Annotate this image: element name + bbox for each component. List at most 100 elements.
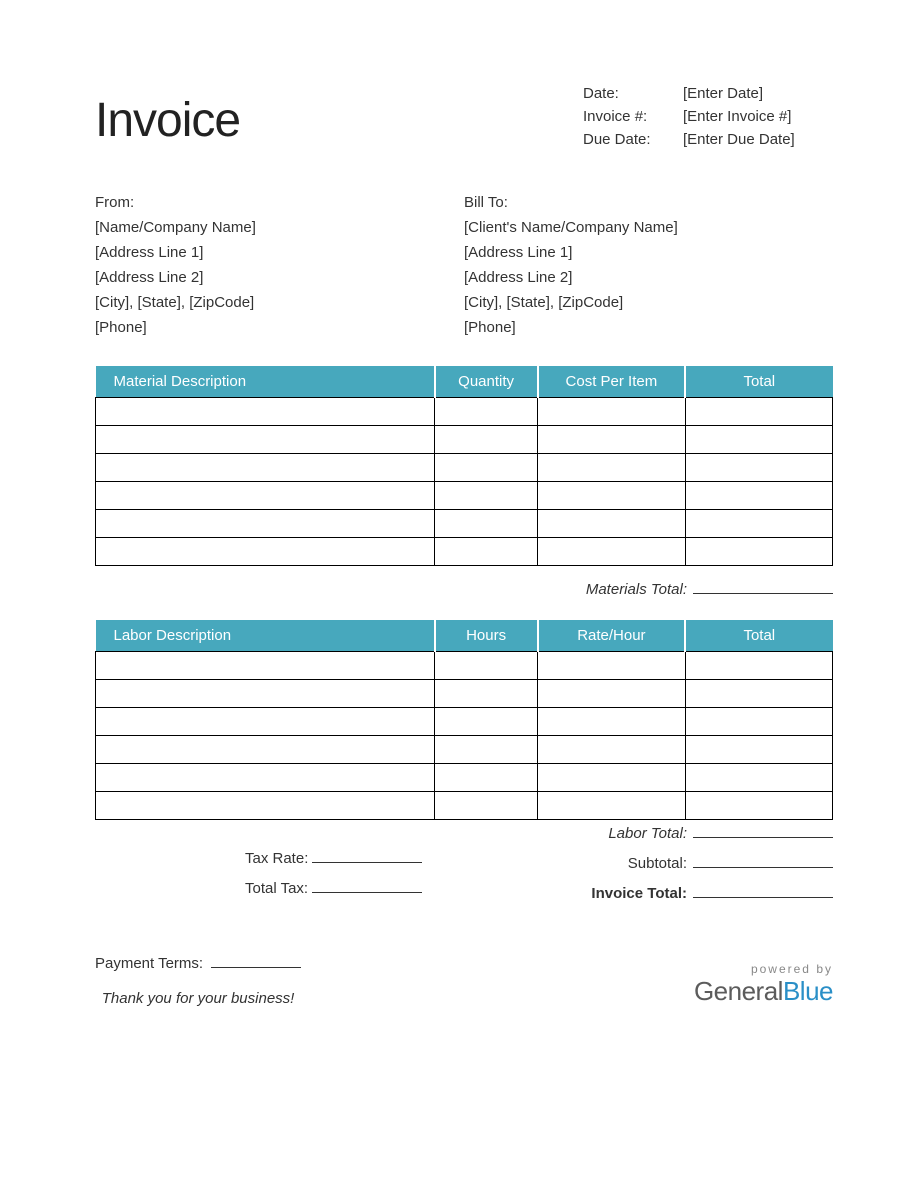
materials-cell-desc[interactable] bbox=[96, 482, 435, 510]
table-row bbox=[96, 482, 833, 510]
materials-cell-total[interactable] bbox=[685, 426, 832, 454]
materials-cell-desc[interactable] bbox=[96, 538, 435, 566]
table-row bbox=[96, 736, 833, 764]
labor-cell-qty[interactable] bbox=[435, 680, 538, 708]
table-row bbox=[96, 792, 833, 820]
tax-rate-value[interactable] bbox=[312, 845, 422, 863]
materials-cell-cost[interactable] bbox=[538, 426, 685, 454]
materials-cell-total[interactable] bbox=[685, 398, 832, 426]
labor-cell-cost[interactable] bbox=[538, 652, 685, 680]
from-name[interactable]: [Name/Company Name] bbox=[95, 219, 464, 236]
table-row bbox=[96, 652, 833, 680]
materials-cell-desc[interactable] bbox=[96, 398, 435, 426]
materials-header-total: Total bbox=[685, 366, 832, 398]
materials-header-qty: Quantity bbox=[435, 366, 538, 398]
from-addr2[interactable]: [Address Line 2] bbox=[95, 269, 464, 286]
materials-cell-desc[interactable] bbox=[96, 454, 435, 482]
labor-cell-total[interactable] bbox=[685, 736, 832, 764]
materials-cell-desc[interactable] bbox=[96, 426, 435, 454]
materials-cell-qty[interactable] bbox=[435, 538, 538, 566]
due-date-value[interactable]: [Enter Due Date] bbox=[683, 131, 833, 148]
labor-header-total: Total bbox=[685, 620, 832, 652]
from-addr1[interactable]: [Address Line 1] bbox=[95, 244, 464, 261]
subtotal-label: Subtotal: bbox=[628, 855, 687, 872]
labor-cell-cost[interactable] bbox=[538, 708, 685, 736]
due-date-label: Due Date: bbox=[583, 131, 683, 148]
labor-total-value[interactable] bbox=[693, 820, 833, 838]
labor-cell-total[interactable] bbox=[685, 680, 832, 708]
labor-cell-total[interactable] bbox=[685, 792, 832, 820]
invoice-number-value[interactable]: [Enter Invoice #] bbox=[683, 108, 833, 125]
materials-cell-cost[interactable] bbox=[538, 538, 685, 566]
invoice-number-label: Invoice #: bbox=[583, 108, 683, 125]
labor-cell-qty[interactable] bbox=[435, 792, 538, 820]
thank-you-text: Thank you for your business! bbox=[95, 990, 301, 1007]
subtotal-value[interactable] bbox=[693, 850, 833, 868]
materials-cell-total[interactable] bbox=[685, 538, 832, 566]
table-row bbox=[96, 708, 833, 736]
labor-cell-total[interactable] bbox=[685, 764, 832, 792]
materials-total-value[interactable] bbox=[693, 576, 833, 594]
invoice-total-label: Invoice Total: bbox=[591, 885, 687, 902]
labor-cell-desc[interactable] bbox=[96, 680, 435, 708]
bill-to-name[interactable]: [Client's Name/Company Name] bbox=[464, 219, 833, 236]
from-city[interactable]: [City], [State], [ZipCode] bbox=[95, 294, 464, 311]
labor-header-desc: Labor Description bbox=[96, 620, 435, 652]
labor-cell-desc[interactable] bbox=[96, 764, 435, 792]
table-row bbox=[96, 510, 833, 538]
labor-cell-total[interactable] bbox=[685, 652, 832, 680]
invoice-total-value[interactable] bbox=[693, 880, 833, 898]
materials-table: Material Description Quantity Cost Per I… bbox=[95, 366, 833, 566]
labor-cell-cost[interactable] bbox=[538, 792, 685, 820]
labor-cell-total[interactable] bbox=[685, 708, 832, 736]
date-value[interactable]: [Enter Date] bbox=[683, 85, 833, 102]
labor-cell-qty[interactable] bbox=[435, 708, 538, 736]
table-row bbox=[96, 680, 833, 708]
labor-cell-desc[interactable] bbox=[96, 736, 435, 764]
labor-header-cost: Rate/Hour bbox=[538, 620, 685, 652]
materials-cell-desc[interactable] bbox=[96, 510, 435, 538]
table-row bbox=[96, 454, 833, 482]
table-row bbox=[96, 538, 833, 566]
bill-to-city[interactable]: [City], [State], [ZipCode] bbox=[464, 294, 833, 311]
materials-cell-qty[interactable] bbox=[435, 426, 538, 454]
payment-terms-value[interactable] bbox=[211, 950, 301, 968]
labor-cell-cost[interactable] bbox=[538, 764, 685, 792]
total-tax-value[interactable] bbox=[312, 875, 422, 893]
bill-to-addr2[interactable]: [Address Line 2] bbox=[464, 269, 833, 286]
materials-cell-qty[interactable] bbox=[435, 398, 538, 426]
labor-cell-cost[interactable] bbox=[538, 680, 685, 708]
materials-cell-total[interactable] bbox=[685, 510, 832, 538]
table-row bbox=[96, 426, 833, 454]
materials-cell-total[interactable] bbox=[685, 454, 832, 482]
materials-cell-qty[interactable] bbox=[435, 482, 538, 510]
labor-cell-cost[interactable] bbox=[538, 736, 685, 764]
logo-text-2: Blue bbox=[783, 976, 833, 1006]
materials-cell-total[interactable] bbox=[685, 482, 832, 510]
total-tax-label: Total Tax: bbox=[245, 880, 308, 897]
logo-block: powered by GeneralBlue bbox=[694, 962, 833, 1007]
labor-cell-qty[interactable] bbox=[435, 652, 538, 680]
labor-cell-desc[interactable] bbox=[96, 652, 435, 680]
from-phone[interactable]: [Phone] bbox=[95, 319, 464, 336]
materials-cell-qty[interactable] bbox=[435, 454, 538, 482]
materials-cell-qty[interactable] bbox=[435, 510, 538, 538]
materials-cell-cost[interactable] bbox=[538, 510, 685, 538]
payment-terms-label: Payment Terms: bbox=[95, 955, 203, 972]
labor-cell-desc[interactable] bbox=[96, 792, 435, 820]
tax-rate-label: Tax Rate: bbox=[245, 850, 308, 867]
bill-to-block: Bill To: [Client's Name/Company Name] [A… bbox=[464, 194, 833, 344]
labor-total-label-spacer bbox=[245, 820, 249, 837]
labor-total-label: Labor Total: bbox=[608, 825, 687, 842]
bill-to-heading: Bill To: bbox=[464, 194, 833, 211]
materials-cell-cost[interactable] bbox=[538, 398, 685, 426]
bill-to-phone[interactable]: [Phone] bbox=[464, 319, 833, 336]
table-row bbox=[96, 398, 833, 426]
labor-cell-qty[interactable] bbox=[435, 764, 538, 792]
labor-cell-qty[interactable] bbox=[435, 736, 538, 764]
bill-to-addr1[interactable]: [Address Line 1] bbox=[464, 244, 833, 261]
materials-cell-cost[interactable] bbox=[538, 482, 685, 510]
materials-cell-cost[interactable] bbox=[538, 454, 685, 482]
materials-header-desc: Material Description bbox=[96, 366, 435, 398]
labor-cell-desc[interactable] bbox=[96, 708, 435, 736]
